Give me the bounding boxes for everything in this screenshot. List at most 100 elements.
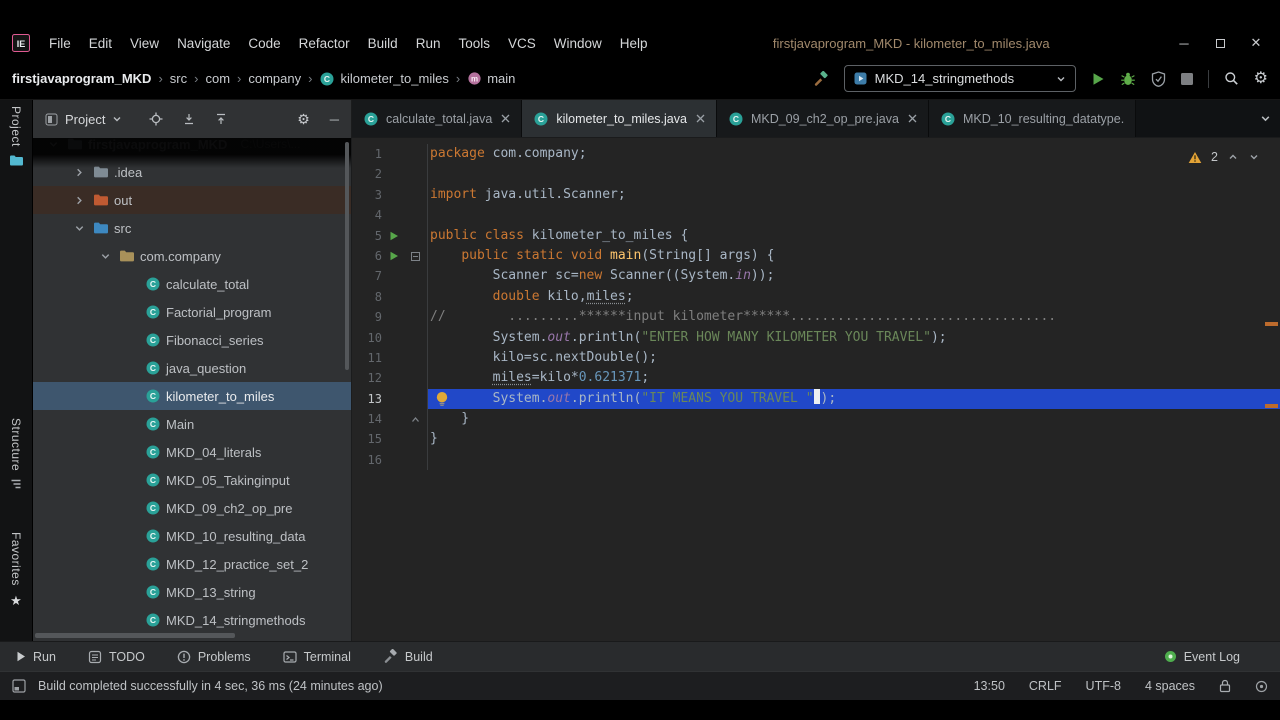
code-text[interactable]: public class kilometer_to_miles { [428,226,1280,246]
code-line-14[interactable]: 14 } [352,409,1280,430]
run-line-icon[interactable] [382,231,406,241]
tree-item-mkd-12-practice-set-2[interactable]: C MKD_12_practice_set_2 [33,550,351,578]
toolwindow-problems[interactable]: Problems [177,650,251,664]
run-config-select[interactable]: MKD_14_stringmethods [843,65,1076,92]
tree-item-calculate-total[interactable]: Ccalculate_total [33,270,351,298]
code-text[interactable] [428,164,1280,184]
breadcrumb-main[interactable]: m main [467,71,515,86]
code-editor[interactable]: 1 package com.company; 2 3 import java.util.… [352,138,1280,641]
menu-help[interactable]: Help [611,32,657,55]
breadcrumb-kilometer-to-miles[interactable]: Ckilometer_to_miles [319,71,449,87]
warning-stripe-mark[interactable] [1265,404,1278,408]
code-line-13[interactable]: 13 System.out.println("IT MEANS YOU TRAV… [352,388,1280,410]
fold-marker-icon[interactable] [406,251,424,261]
breadcrumb-company[interactable]: company [248,71,301,86]
menu-view[interactable]: View [121,32,168,55]
menu-navigate[interactable]: Navigate [168,32,239,55]
code-line-7[interactable]: 7 Scanner sc=new Scanner((System.in)); [352,266,1280,287]
code-line-3[interactable]: 3 import java.util.Scanner; [352,184,1280,206]
intention-bulb-icon[interactable] [435,391,449,407]
tab-kilometer-to-miles-java[interactable]: Ckilometer_to_miles.java [522,100,717,137]
code-text[interactable]: public static void main(String[] args) { [428,246,1280,266]
toolwindow-terminal[interactable]: Terminal [283,650,351,664]
hide-panel-button[interactable]: ─ [330,113,339,126]
menu-tools[interactable]: Tools [449,32,499,55]
code-line-16[interactable]: 16 [352,449,1280,471]
inspection-widget[interactable]: 2 [1188,150,1260,164]
settings-gear-button[interactable]: ⚙ [1254,70,1268,87]
minimize-button[interactable]: ─ [1166,29,1202,57]
prev-warning-button[interactable] [1227,151,1239,163]
file-encoding[interactable]: UTF-8 [1086,679,1121,693]
tree-item-src[interactable]: src [33,214,351,242]
build-hammer-icon[interactable] [813,70,829,87]
indent-style[interactable]: 4 spaces [1145,679,1195,693]
stripe-button-structure[interactable]: Structure [0,418,32,490]
code-text[interactable]: System.out.println("IT MEANS YOU TRAVEL … [428,388,1280,410]
toolwindow-build[interactable]: Build [383,649,433,664]
code-line-9[interactable]: 9 // .........******input kilometer******… [352,307,1280,328]
expand-all-button[interactable] [183,113,195,125]
close-button[interactable]: ✕ [1238,29,1274,57]
menu-file[interactable]: File [40,32,80,55]
tree-item-mkd-04-literals[interactable]: C MKD_04_literals [33,438,351,466]
toolwindow-switcher-icon[interactable] [12,679,26,693]
project-panel-title[interactable]: Project [65,112,105,127]
stop-button[interactable] [1180,72,1193,85]
tree-item-idea[interactable]: .idea [33,158,351,186]
tree-item-main[interactable]: C Main [33,410,351,438]
code-text[interactable]: double kilo,miles; [428,287,1280,307]
caret-position[interactable]: 13:50 [974,679,1005,693]
code-line-11[interactable]: 11 kilo=sc.nextDouble(); [352,347,1280,369]
stripe-button-favorites[interactable]: Favorites ★ [0,532,32,609]
menu-window[interactable]: Window [545,32,611,55]
search-everywhere-button[interactable] [1224,71,1239,86]
close-tab-icon[interactable] [696,114,705,123]
status-message[interactable]: Build completed successfully in 4 sec, 3… [38,679,383,693]
code-line-1[interactable]: 1 package com.company; [352,144,1280,165]
code-text[interactable]: } [428,409,1280,429]
tree-chevron-icon[interactable] [71,167,87,178]
tab-calculate-total-java[interactable]: Ccalculate_total.java [352,100,523,137]
tree-chevron-icon[interactable] [97,251,113,262]
tree-item-mkd-10-resulting-data[interactable]: C MKD_10_resulting_data [33,522,351,550]
tree-item-fibonacci-series[interactable]: C Fibonacci_series [33,326,351,354]
tree-chevron-icon[interactable] [71,223,87,234]
tab-mkd-09-ch2-op-pre-java[interactable]: C MKD_09_ch2_op_pre.java [716,100,929,137]
code-text[interactable] [428,205,1280,225]
code-line-15[interactable]: 15} [352,429,1280,450]
code-text[interactable]: Scanner sc=new Scanner((System.in)); [428,266,1280,286]
fold-marker-icon[interactable] [406,415,424,424]
code-line-10[interactable]: 10 System.out.println("ENTER HOW MANY KI… [352,327,1280,348]
debug-button[interactable] [1120,71,1136,87]
warning-stripe-mark[interactable] [1265,322,1278,326]
toolwindow-run[interactable]: Run [16,650,56,664]
stripe-button-project[interactable]: Project [0,106,32,167]
next-warning-button[interactable] [1248,151,1260,163]
breadcrumb-src[interactable]: src [170,71,187,86]
tree-item-firstjavaprogram-mkd[interactable]: firstjavaprogram_MKD C:\Users\... [33,138,351,158]
maximize-button[interactable] [1202,29,1238,57]
code-text[interactable]: miles=kilo*0.621371; [428,368,1280,388]
tree-chevron-icon[interactable] [71,195,87,206]
tree-item-mkd-14-stringmethods[interactable]: C MKD_14_stringmethods [33,606,351,634]
menu-run[interactable]: Run [407,32,450,55]
run-line-icon[interactable] [382,251,406,261]
toolwindow-todo[interactable]: TODO [88,650,145,664]
project-vertical-scrollbar[interactable] [345,142,349,370]
breadcrumb-firstjavaprogram-mkd[interactable]: firstjavaprogram_MKD [12,71,151,86]
code-line-2[interactable]: 2 [352,164,1280,185]
hidden-tabs-chevron-icon[interactable] [1260,113,1271,124]
tree-item-com-company[interactable]: com.company [33,242,351,270]
line-separator[interactable]: CRLF [1029,679,1062,693]
code-text[interactable] [428,450,1280,470]
code-text[interactable]: // .........******input kilometer******.… [428,307,1280,327]
menu-edit[interactable]: Edit [80,32,121,55]
code-text[interactable]: System.out.println("ENTER HOW MANY KILOM… [428,328,1280,348]
code-text[interactable]: package com.company; [428,144,1280,164]
toolwindow-event-log[interactable]: Event Log [1164,650,1240,664]
code-text[interactable]: } [428,429,1280,449]
tree-item-mkd-05-takinginput[interactable]: C MKD_05_Takinginput [33,466,351,494]
run-button[interactable] [1091,72,1105,86]
tree-item-mkd-09-ch2-op-pre[interactable]: C MKD_09_ch2_op_pre [33,494,351,522]
